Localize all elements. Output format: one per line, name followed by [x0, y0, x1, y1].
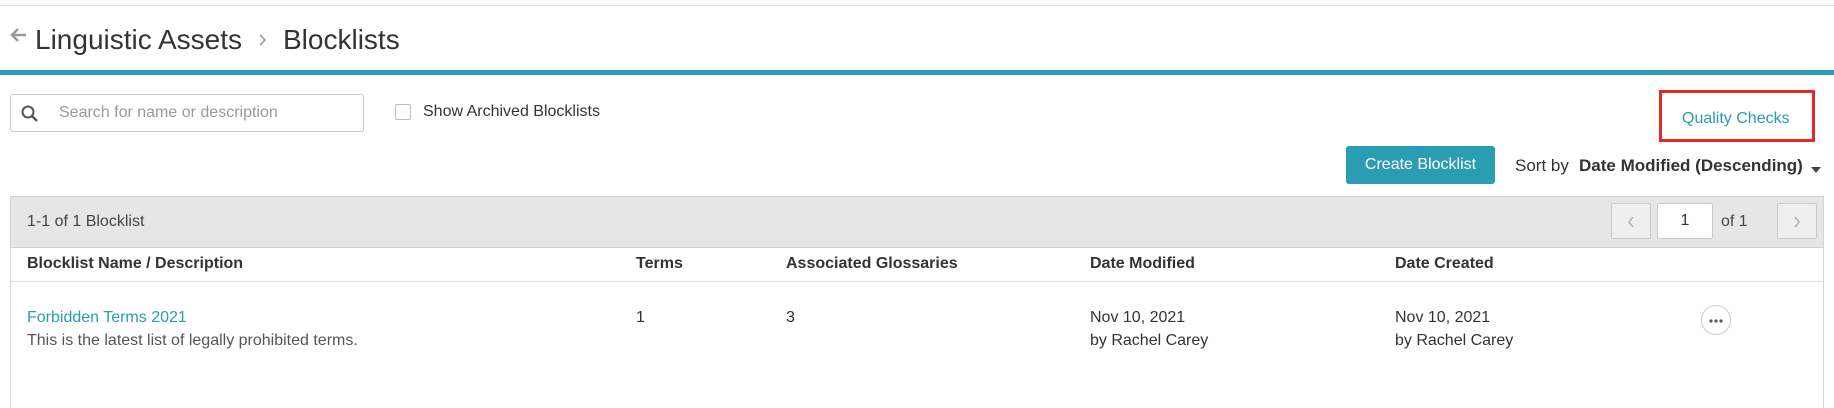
ellipsis-icon	[1709, 319, 1723, 323]
more-actions-button[interactable]	[1701, 305, 1731, 335]
header-divider	[11, 281, 1823, 282]
quality-checks-link[interactable]: Quality Checks	[1682, 110, 1790, 128]
column-header-date-created: Date Created	[1395, 255, 1494, 272]
sort-dropdown[interactable]: Date Modified (Descending)	[1579, 156, 1803, 176]
date-created: Nov 10, 2021	[1395, 309, 1491, 326]
chevron-right-icon	[256, 30, 270, 50]
show-archived-toggle[interactable]: Show Archived Blocklists	[395, 102, 600, 122]
page-header: Linguistic Assets Blocklists	[0, 6, 1834, 72]
column-header-terms: Terms	[636, 255, 683, 272]
back-arrow-icon[interactable]	[10, 26, 28, 44]
create-blocklist-button[interactable]: Create Blocklist	[1346, 146, 1495, 184]
modified-by: by Rachel Carey	[1090, 332, 1209, 349]
page-total: of 1	[1721, 213, 1748, 230]
page-title: Blocklists	[283, 24, 400, 55]
header-accent-bar	[0, 70, 1834, 75]
column-header-glossaries: Associated Glossaries	[786, 255, 958, 272]
blocklist-table: 1-1 of 1 Blocklist of 1 Blocklist Name /…	[10, 196, 1824, 408]
table-toolbar: 1-1 of 1 Blocklist of 1	[11, 197, 1823, 248]
caret-down-icon[interactable]	[1810, 162, 1822, 173]
result-count: 1-1 of 1 Blocklist	[27, 213, 145, 230]
terms-count: 1	[636, 309, 645, 326]
column-header-name: Blocklist Name / Description	[27, 255, 244, 272]
next-page-button[interactable]	[1777, 203, 1817, 239]
search-icon	[21, 105, 39, 123]
breadcrumb-linguistic-assets[interactable]: Linguistic Assets	[35, 24, 242, 56]
show-archived-checkbox[interactable]	[395, 104, 411, 120]
search-input[interactable]	[59, 95, 349, 131]
show-archived-label: Show Archived Blocklists	[423, 103, 600, 120]
created-by: by Rachel Carey	[1395, 332, 1514, 349]
blocklist-description: This is the latest list of legally prohi…	[27, 332, 358, 349]
page-number-input[interactable]	[1657, 203, 1713, 239]
column-header-date-modified: Date Modified	[1090, 255, 1195, 272]
glossaries-count: 3	[786, 309, 795, 326]
search-box	[10, 94, 364, 132]
date-modified: Nov 10, 2021	[1090, 309, 1186, 326]
prev-page-button[interactable]	[1611, 203, 1651, 239]
sort-label: Sort by	[1515, 156, 1569, 175]
blocklist-name-link[interactable]: Forbidden Terms 2021	[27, 309, 187, 327]
